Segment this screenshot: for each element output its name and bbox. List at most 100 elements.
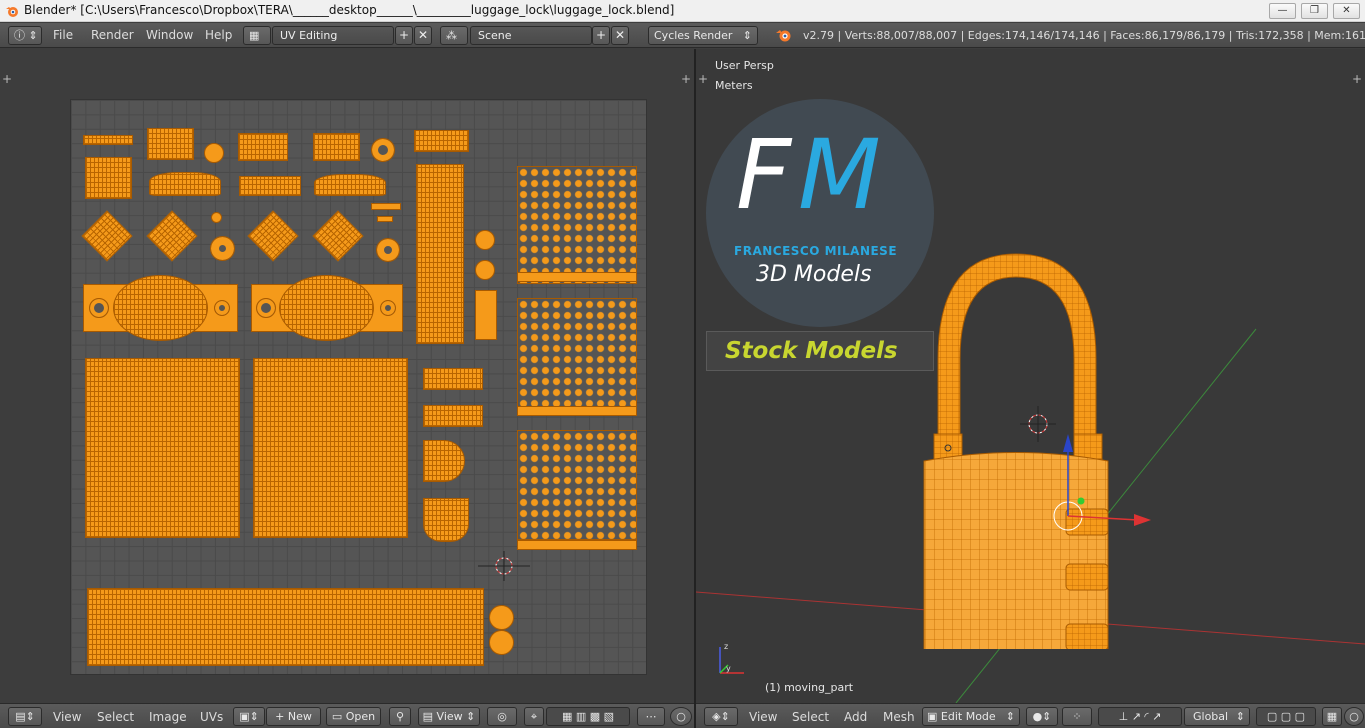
open-image-button[interactable]: ▭ Open	[326, 707, 381, 726]
menu-uvs[interactable]: UVs	[200, 710, 223, 724]
menu-help[interactable]: Help	[205, 28, 232, 42]
editor-type-dropdown[interactable]: ◈⇕	[704, 707, 738, 726]
window-title: Blender* [C:\Users\Francesco\Dropbox\TER…	[24, 3, 675, 17]
banner-text: Stock Models	[725, 338, 898, 364]
menu-window[interactable]: Window	[146, 28, 193, 42]
orientation-label: Global	[1193, 710, 1229, 723]
uv-island	[238, 133, 288, 161]
logo-tagline: 3D Models	[756, 262, 872, 287]
new-image-button[interactable]: + New	[266, 707, 321, 726]
uv-island	[371, 138, 395, 162]
3d-view-header: ◈⇕ View Select Add Mesh ▣ Edit Mode ⇕ ●⇕ …	[696, 703, 1365, 728]
maximize-button[interactable]: ❐	[1301, 3, 1328, 19]
3d-viewport[interactable]: + + User Persp Meters F M FRANCESCO MILA…	[696, 49, 1365, 703]
menu-view[interactable]: View	[53, 710, 81, 724]
uv-island	[377, 216, 393, 222]
uv-island-cluster	[517, 166, 637, 284]
circle-icon: ○	[676, 710, 686, 723]
menu-file[interactable]: File	[53, 28, 73, 42]
uv-island	[83, 135, 133, 145]
uv-island	[312, 210, 364, 262]
info-header: ⓘ ⇕ File Render Window Help ▦ UV Editing…	[0, 23, 1365, 48]
scene-icon-button[interactable]: ⁂	[440, 26, 468, 45]
area-split-icon[interactable]: +	[2, 73, 12, 85]
sticky-select-button[interactable]: ⌖	[524, 707, 544, 726]
view-mode-dropdown[interactable]: ▤ View ⇕	[418, 707, 480, 726]
2d-cursor-icon[interactable]	[478, 551, 530, 581]
proportional-edit-button[interactable]: ○	[670, 707, 692, 726]
delete-scene-button[interactable]: ✕	[611, 26, 629, 45]
uv-island	[211, 212, 222, 223]
uv-grid[interactable]	[70, 99, 647, 675]
menu-select[interactable]: Select	[97, 710, 134, 724]
scene-field[interactable]: Scene	[470, 26, 592, 45]
add-layout-button[interactable]: +	[395, 26, 413, 45]
sphere-icon: ●⇕	[1032, 710, 1052, 723]
info-icon: ⓘ	[14, 29, 25, 42]
uv-island	[423, 368, 483, 390]
menu-image[interactable]: Image	[149, 710, 187, 724]
uv-island	[113, 275, 208, 341]
plus-icon: +	[275, 710, 285, 723]
pin-button[interactable]: ⚲	[389, 707, 411, 726]
image-icon: ▣⇕	[239, 710, 259, 723]
uv-island-cluster	[517, 430, 637, 540]
add-scene-button[interactable]: +	[592, 26, 610, 45]
area-split-icon[interactable]: +	[681, 73, 691, 85]
close-icon: ✕	[614, 28, 626, 42]
render-engine-dropdown[interactable]: Cycles Render ⇕	[648, 26, 758, 45]
limit-selection-button[interactable]: ▦	[1322, 707, 1342, 726]
menu-mesh[interactable]: Mesh	[883, 710, 915, 724]
mode-dropdown[interactable]: ▣ Edit Mode ⇕	[922, 707, 1020, 726]
proportional-edit-button[interactable]: ○	[1344, 707, 1364, 726]
window-title-bar: Blender* [C:\Users\Francesco\Dropbox\TER…	[0, 0, 1365, 22]
pivot-icon: ⁘	[1072, 710, 1082, 723]
snap-dropdown[interactable]: ⋯	[637, 707, 665, 726]
uv-island-cluster	[517, 298, 637, 416]
browse-image-button[interactable]: ▣⇕	[233, 707, 265, 726]
editor-type-dropdown[interactable]: ⓘ ⇕	[8, 26, 42, 45]
delete-layout-button[interactable]: ✕	[414, 26, 432, 45]
menu-add[interactable]: Add	[844, 710, 867, 724]
uv-editor[interactable]: + +	[0, 49, 694, 703]
plus-icon: +	[398, 28, 410, 42]
uv-island	[149, 172, 221, 196]
mode-label: Edit Mode	[940, 710, 996, 723]
close-window-button[interactable]: ✕	[1333, 3, 1360, 19]
view-mode-label: View	[436, 710, 463, 723]
manipulator-group[interactable]: ⊥ ↗ ◜ ↗	[1098, 707, 1182, 726]
transform-manipulator[interactable]	[1016, 404, 1166, 544]
uv-island	[475, 260, 495, 280]
minimize-button[interactable]: —	[1269, 3, 1296, 19]
logo-brand: FRANCESCO MILANESE	[734, 244, 898, 258]
uv-island	[376, 238, 400, 262]
uv-editor-header: ▤⇕ View Select Image UVs ▣⇕ + New ▭ Open…	[0, 703, 694, 728]
select-mode-group[interactable]: ▦ ▥ ▩ ▧	[546, 707, 630, 726]
screen-layout-field[interactable]: UV Editing	[272, 26, 394, 45]
uv-island	[81, 210, 133, 262]
shading-dropdown[interactable]: ●⇕	[1026, 707, 1058, 726]
select-mode-group[interactable]: ▢ ▢ ▢	[1256, 707, 1316, 726]
pivot-dropdown[interactable]: ⁘	[1062, 707, 1092, 726]
logo-initial-f: F	[736, 119, 792, 231]
screen-layout-icon-button[interactable]: ▦	[243, 26, 271, 45]
svg-text:z: z	[724, 642, 728, 651]
uv-island	[414, 130, 469, 152]
uv-island	[279, 275, 374, 341]
uv-island	[423, 440, 465, 482]
uv-island	[253, 358, 408, 538]
editor-type-dropdown[interactable]: ▤⇕	[8, 707, 42, 726]
scene-stats: v2.79 | Verts:88,007/88,007 | Edges:174,…	[803, 29, 1365, 42]
menu-view[interactable]: View	[749, 710, 777, 724]
uv-island	[517, 540, 637, 550]
blender-logo-icon	[6, 7, 18, 17]
uv-island	[489, 630, 514, 655]
uv-island	[146, 210, 198, 262]
menu-render[interactable]: Render	[91, 28, 134, 42]
active-object-label: (1) moving_part	[765, 681, 854, 694]
pivot-dropdown[interactable]: ◎	[487, 707, 517, 726]
view-icon: ▤	[422, 710, 434, 723]
orientation-dropdown[interactable]: Global ⇕	[1184, 707, 1250, 726]
menu-select[interactable]: Select	[792, 710, 829, 724]
chevron-updown-icon: ⇕	[466, 710, 476, 723]
